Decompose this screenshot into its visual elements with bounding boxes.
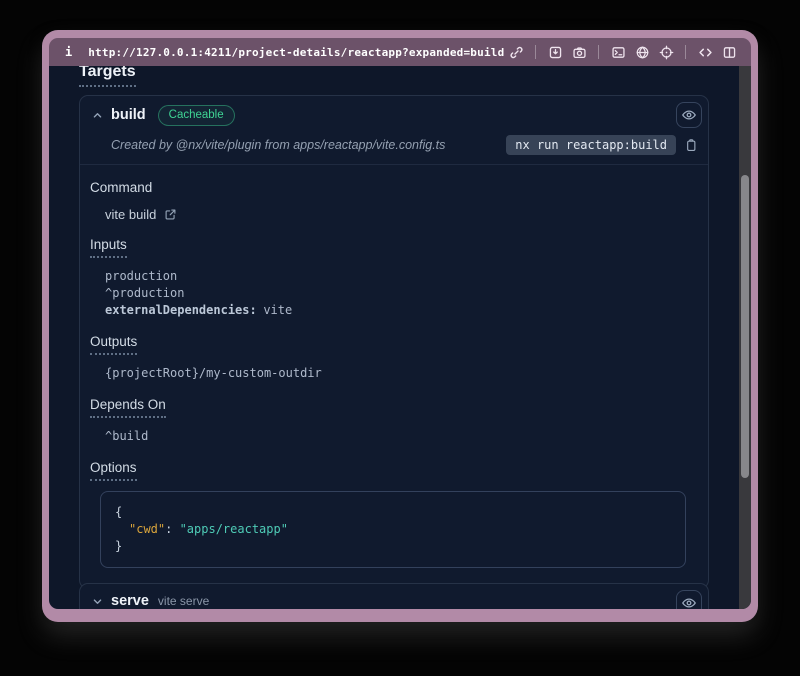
page-title: Targets bbox=[79, 66, 709, 87]
inputs-label[interactable]: Inputs bbox=[90, 237, 127, 258]
view-target-button[interactable] bbox=[676, 590, 702, 609]
toolbar-separator bbox=[535, 45, 536, 59]
chevron-up-icon[interactable] bbox=[90, 110, 104, 121]
link-icon[interactable] bbox=[507, 42, 525, 62]
terminal-icon[interactable] bbox=[609, 42, 627, 62]
view-target-button[interactable] bbox=[676, 102, 702, 128]
browser-toolbar: i http://127.0.0.1:4211/project-details/… bbox=[49, 38, 751, 66]
section-outputs: Outputs {projectRoot}/my-custom-outdir bbox=[90, 333, 686, 382]
input-dep-value: vite bbox=[263, 303, 292, 317]
depends-on-label[interactable]: Depends On bbox=[90, 397, 166, 418]
target-name[interactable]: build bbox=[111, 107, 146, 123]
created-by-text: Created by @nx/vite/plugin from apps/rea… bbox=[111, 138, 506, 152]
crosshair-icon[interactable] bbox=[657, 42, 675, 62]
toolbar-separator bbox=[685, 45, 686, 59]
copy-icon[interactable] bbox=[684, 138, 698, 152]
json-cwd-line: "cwd": "apps/reactapp" bbox=[115, 521, 671, 538]
json-colon: : bbox=[165, 522, 179, 536]
target-command-preview: vite serve bbox=[158, 594, 209, 608]
external-link-icon[interactable] bbox=[164, 208, 177, 221]
section-inputs: Inputs production ^production externalDe… bbox=[90, 236, 686, 319]
camera-icon[interactable] bbox=[570, 42, 588, 62]
run-command-chip[interactable]: nx run reactapp:build bbox=[506, 135, 676, 155]
globe-icon[interactable] bbox=[633, 42, 651, 62]
options-json-block: { "cwd": "apps/reactapp" } bbox=[100, 491, 686, 568]
download-icon[interactable] bbox=[546, 42, 564, 62]
chevron-down-icon[interactable] bbox=[90, 596, 104, 607]
build-card-header: build Cacheable Created bbox=[80, 96, 708, 165]
scrollbar-thumb[interactable] bbox=[741, 175, 749, 478]
input-row: ^production bbox=[105, 285, 686, 302]
options-label[interactable]: Options bbox=[90, 460, 137, 481]
target-card-serve: serve vite serve bbox=[79, 583, 709, 609]
browser-window: i http://127.0.0.1:4211/project-details/… bbox=[42, 30, 758, 622]
json-value: "apps/reactapp" bbox=[180, 522, 288, 536]
command-label: Command bbox=[90, 180, 152, 195]
code-icon[interactable] bbox=[696, 42, 714, 62]
info-indicator: i bbox=[65, 45, 72, 59]
screenshot-stage: i http://127.0.0.1:4211/project-details/… bbox=[0, 0, 800, 676]
target-card-build: build Cacheable Created bbox=[79, 95, 709, 589]
section-options: Options { "cwd": "apps/reactapp" } bbox=[90, 459, 686, 568]
json-open-brace: { bbox=[115, 504, 671, 521]
url-text[interactable]: http://127.0.0.1:4211/project-details/re… bbox=[88, 46, 504, 59]
input-row: externalDependencies: vite bbox=[105, 302, 686, 319]
json-close-brace: } bbox=[115, 538, 671, 555]
build-card-body: Command vite build bbox=[80, 165, 708, 588]
section-depends-on: Depends On ^build bbox=[90, 396, 686, 445]
outputs-label[interactable]: Outputs bbox=[90, 334, 137, 355]
input-row: production bbox=[105, 268, 686, 285]
split-view-icon[interactable] bbox=[720, 42, 738, 62]
toolbar-separator bbox=[598, 45, 599, 59]
input-dep-key: externalDependencies: bbox=[105, 303, 257, 317]
section-command: Command vite build bbox=[90, 179, 686, 222]
target-name[interactable]: serve bbox=[111, 593, 149, 609]
json-key: "cwd" bbox=[129, 522, 165, 536]
scrollbar-track[interactable] bbox=[739, 66, 751, 609]
project-details-page: Targets build Cacheable bbox=[49, 66, 739, 609]
depends-on-row: ^build bbox=[105, 428, 686, 445]
output-row: {projectRoot}/my-custom-outdir bbox=[105, 365, 686, 382]
command-value: vite build bbox=[105, 207, 156, 222]
cacheable-badge: Cacheable bbox=[158, 105, 235, 126]
web-content: Targets build Cacheable bbox=[49, 66, 751, 609]
